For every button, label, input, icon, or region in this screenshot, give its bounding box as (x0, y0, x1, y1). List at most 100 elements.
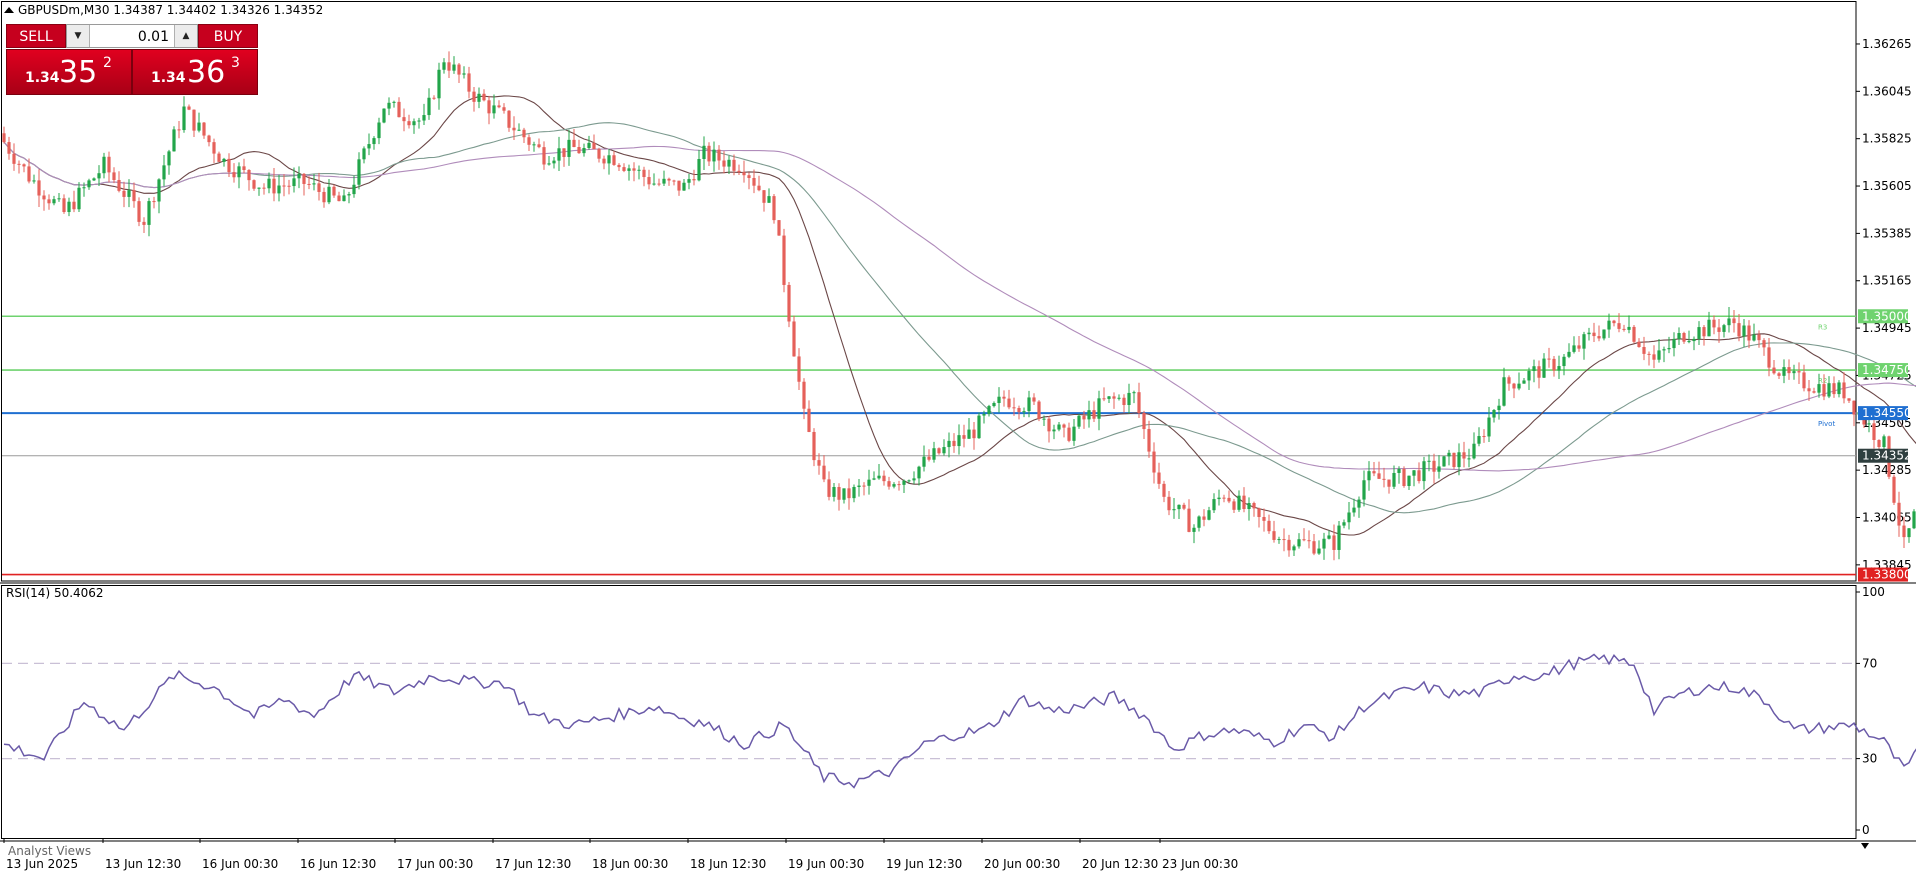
candle-body (1412, 470, 1416, 476)
candle-body (487, 100, 491, 114)
candle-body (1082, 415, 1086, 420)
candle-body (1597, 336, 1601, 339)
candle-body (92, 178, 96, 181)
candle-body (1392, 472, 1396, 487)
candle-body (1537, 366, 1541, 378)
candle-body (1147, 429, 1151, 452)
time-tick-label: 16 Jun 12:30 (300, 857, 376, 871)
analyst-views-tab[interactable]: Analyst Views (8, 844, 91, 858)
candle-body (1187, 508, 1191, 532)
candle-body (1407, 475, 1411, 486)
candle-body (887, 481, 891, 487)
candle-body (1382, 478, 1386, 480)
candle-body (1222, 497, 1226, 499)
lot-decrease-button[interactable]: ▼ (67, 25, 90, 47)
candle-body (1712, 319, 1716, 328)
candle-body (357, 159, 361, 185)
candle-body (1207, 510, 1211, 520)
candle-body (1077, 415, 1081, 427)
price-tick-label: 1.35165 (1862, 274, 1912, 288)
candle-body (192, 109, 196, 131)
buy-button[interactable]: BUY (198, 24, 258, 48)
candle-body (1567, 351, 1571, 357)
candle-body (257, 187, 261, 189)
candle-body (1657, 350, 1661, 360)
lot-size-input[interactable] (91, 25, 171, 49)
candle-body (157, 179, 161, 202)
candle-body (287, 185, 291, 187)
sell-price-tile[interactable]: 1.34 35 2 (6, 49, 132, 95)
candle-body (1042, 418, 1046, 420)
candle-body (1602, 329, 1606, 339)
candle-body (202, 122, 206, 136)
candle-body (47, 199, 51, 204)
rsi-line (3, 653, 1916, 789)
current-price-label: 1.34352 (1862, 449, 1912, 463)
candle-body (1057, 424, 1061, 430)
candle-body (1417, 470, 1421, 482)
candle-body (892, 484, 896, 487)
candle-body (1752, 334, 1756, 341)
candle-body (1512, 383, 1516, 389)
candle-body (42, 195, 46, 200)
candle-body (1662, 349, 1666, 351)
candle-body (1257, 508, 1261, 518)
candle-body (322, 191, 326, 203)
chart-canvas[interactable]: 1.36265 1.36045 1.35825 1.35605 1.35385 1.351… (0, 0, 1916, 874)
buy-price-prefix: 1.34 (151, 70, 186, 86)
candle-body (1307, 540, 1311, 542)
candle-body (122, 190, 126, 197)
candle-body (1192, 527, 1196, 532)
candle-body (1627, 326, 1631, 330)
candle-body (1452, 452, 1456, 468)
moving-average-line (3, 141, 1916, 472)
candle-body (302, 173, 306, 184)
candle-body (1312, 541, 1316, 554)
candle-body (1352, 507, 1356, 513)
candle-body (7, 142, 11, 154)
candle-body (102, 156, 106, 174)
candle-body (1522, 380, 1526, 384)
candle-body (1742, 325, 1746, 337)
sell-button[interactable]: SELL (6, 24, 66, 48)
candle-body (77, 187, 81, 210)
candle-body (1532, 366, 1536, 371)
candle-body (1072, 426, 1076, 441)
candle-body (722, 160, 726, 167)
candle-body (1822, 384, 1826, 397)
candle-body (1682, 333, 1686, 342)
lot-increase-button[interactable]: ▲ (174, 25, 197, 47)
buy-price-tile[interactable]: 1.34 36 3 (132, 49, 258, 95)
candle-body (717, 149, 721, 161)
level-price-label: 1.33800 (1862, 568, 1912, 582)
candle-body (1202, 516, 1206, 520)
candle-body (1182, 504, 1186, 509)
candle-body (1022, 411, 1026, 413)
candle-body (1652, 354, 1656, 360)
time-tick-label: 16 Jun 00:30 (202, 857, 278, 871)
candle-body (1342, 522, 1346, 526)
candle-body (1157, 472, 1161, 484)
candle-body (1692, 338, 1696, 342)
candle-body (1552, 358, 1556, 371)
candle-body (422, 115, 426, 121)
candle-body (472, 91, 476, 102)
candle-body (152, 201, 156, 203)
candle-body (1762, 340, 1766, 348)
candle-body (1677, 333, 1681, 339)
candle-body (1062, 424, 1066, 428)
candle-body (1637, 341, 1641, 348)
candle-body (1137, 392, 1141, 414)
candle-body (817, 460, 821, 466)
candle-body (267, 178, 271, 189)
sell-price-fraction: 2 (103, 55, 112, 71)
candle-body (317, 183, 321, 192)
candle-body (232, 172, 236, 178)
candle-body (137, 201, 141, 222)
candle-body (962, 435, 966, 439)
candle-body (597, 149, 601, 159)
candle-body (582, 147, 586, 154)
candle-body (2, 133, 6, 143)
candle-body (627, 168, 631, 171)
candle-body (1037, 401, 1041, 419)
